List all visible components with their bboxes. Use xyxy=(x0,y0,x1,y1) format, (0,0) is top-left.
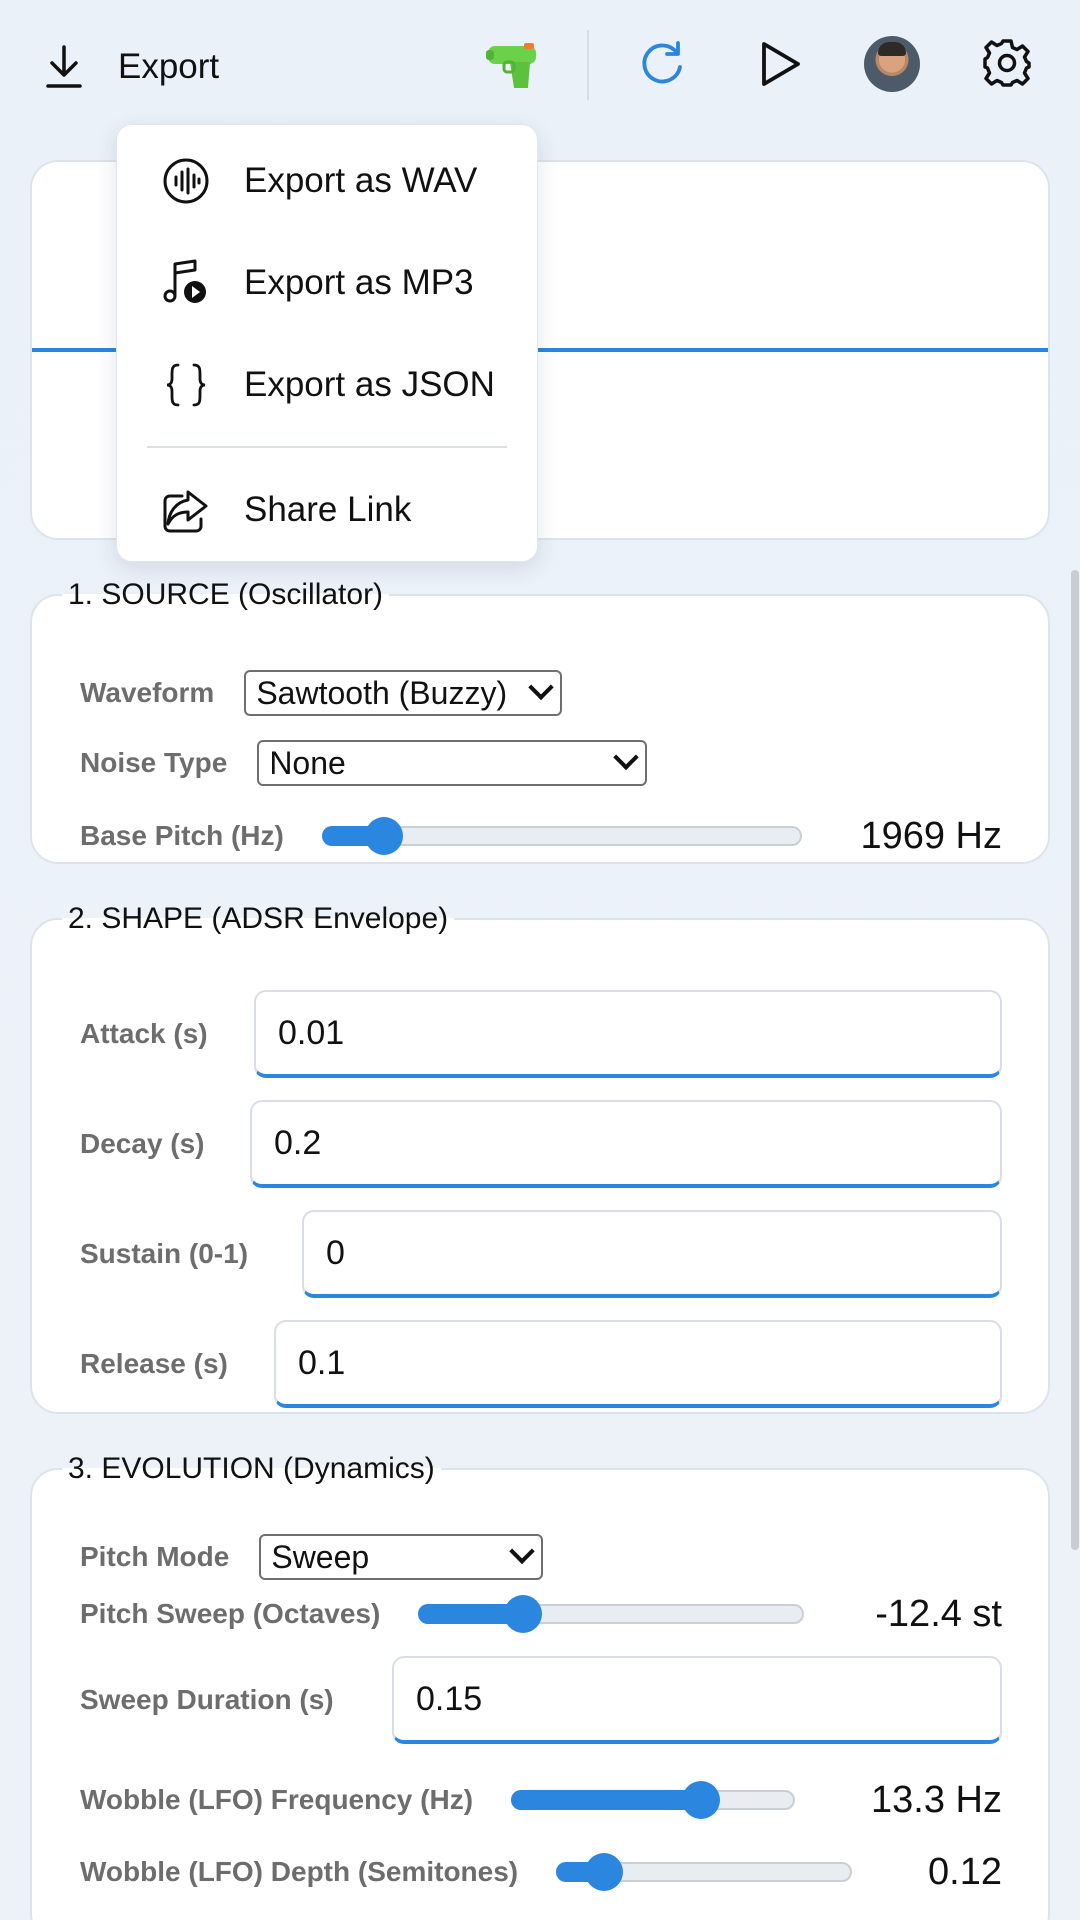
decay-row: Decay (s) 0.2 xyxy=(80,1100,1002,1188)
lfo-frequency-value: 13.3 Hz xyxy=(871,1778,1002,1821)
refresh-button[interactable] xyxy=(638,38,688,88)
play-button[interactable] xyxy=(758,40,804,88)
lfo-depth-slider[interactable] xyxy=(556,1853,853,1891)
pitch-sweep-label: Pitch Sweep (Octaves) xyxy=(80,1598,381,1629)
chevron-down-icon xyxy=(613,744,640,771)
noise-type-value: None xyxy=(269,744,346,781)
menu-item-label: Export as JSON xyxy=(244,365,495,404)
water-gun-icon xyxy=(486,43,536,88)
release-row: Release (s) 0.1 xyxy=(80,1320,1002,1408)
slider-thumb[interactable] xyxy=(584,1853,623,1891)
release-input[interactable]: 0.1 xyxy=(274,1320,1002,1408)
pitch-mode-select[interactable]: Sweep xyxy=(259,1534,544,1580)
menu-item-label: Export as WAV xyxy=(244,161,478,200)
lfo-frequency-row: Wobble (LFO) Frequency (Hz) 13.3 Hz xyxy=(80,1770,1002,1830)
chevron-down-icon xyxy=(528,674,555,701)
waveform-icon xyxy=(163,158,209,204)
lfo-depth-label: Wobble (LFO) Depth (Semitones) xyxy=(80,1856,519,1887)
evolution-section: 3. EVOLUTION (Dynamics) Pitch Mode Sweep… xyxy=(30,1452,1050,1920)
braces-icon xyxy=(166,363,206,407)
noise-type-row: Noise Type None xyxy=(80,740,1002,786)
pitch-sweep-slider[interactable] xyxy=(418,1595,805,1633)
export-menu: Export as WAV Export as MP3 Export as JS… xyxy=(116,124,538,562)
slider-thumb[interactable] xyxy=(365,817,404,855)
gear-icon xyxy=(983,39,1031,87)
source-legend: 1. SOURCE (Oscillator) xyxy=(68,578,384,611)
decay-label: Decay (s) xyxy=(80,1128,205,1159)
evolution-legend: 3. EVOLUTION (Dynamics) xyxy=(68,1452,435,1485)
lfo-frequency-slider[interactable] xyxy=(511,1781,796,1819)
menu-item-export-wav[interactable]: Export as WAV xyxy=(117,141,537,221)
attack-input[interactable]: 0.01 xyxy=(254,990,1002,1078)
pitch-sweep-row: Pitch Sweep (Octaves) -12.4 st xyxy=(80,1584,1002,1644)
slider-thumb[interactable] xyxy=(503,1595,542,1633)
pitch-mode-label: Pitch Mode xyxy=(80,1541,230,1572)
music-note-icon xyxy=(163,259,206,303)
decay-input[interactable]: 0.2 xyxy=(250,1100,1002,1188)
sweep-duration-input[interactable]: 0.15 xyxy=(392,1656,1002,1744)
menu-item-export-json[interactable]: Export as JSON xyxy=(117,345,537,425)
sustain-label: Sustain (0-1) xyxy=(80,1238,249,1269)
waveform-value: Sawtooth (Buzzy) xyxy=(256,674,508,711)
pitch-sweep-value: -12.4 st xyxy=(875,1592,1002,1635)
noise-type-label: Noise Type xyxy=(80,747,228,778)
toolbar: Export xyxy=(0,0,1080,130)
scrollbar[interactable] xyxy=(1071,570,1079,1550)
menu-item-label: Export as MP3 xyxy=(244,263,474,302)
lfo-frequency-label: Wobble (LFO) Frequency (Hz) xyxy=(80,1784,474,1815)
waveform-select[interactable]: Sawtooth (Buzzy) xyxy=(244,670,563,716)
menu-divider xyxy=(147,446,507,448)
base-pitch-row: Base Pitch (Hz) 1969 Hz xyxy=(80,806,1002,866)
base-pitch-label: Base Pitch (Hz) xyxy=(80,820,284,851)
sustain-input[interactable]: 0 xyxy=(302,1210,1002,1298)
menu-item-label: Share Link xyxy=(244,490,412,529)
shape-section: 2. SHAPE (ADSR Envelope) Attack (s) 0.01… xyxy=(30,902,1050,1414)
sweep-duration-row: Sweep Duration (s) 0.15 xyxy=(80,1656,1002,1744)
menu-item-share-link[interactable]: Share Link xyxy=(117,470,537,550)
play-icon xyxy=(762,42,800,86)
shape-legend: 2. SHAPE (ADSR Envelope) xyxy=(68,902,449,935)
avatar[interactable] xyxy=(864,36,920,92)
attack-row: Attack (s) 0.01 xyxy=(80,990,1002,1078)
sweep-duration-label: Sweep Duration (s) xyxy=(80,1684,334,1715)
refresh-icon xyxy=(642,41,682,84)
attack-label: Attack (s) xyxy=(80,1018,208,1049)
waveform-row: Waveform Sawtooth (Buzzy) xyxy=(80,670,1002,716)
lfo-depth-value: 0.12 xyxy=(928,1850,1002,1893)
export-button[interactable]: Export xyxy=(44,30,219,104)
pitch-mode-value: Sweep xyxy=(271,1538,370,1575)
download-icon xyxy=(46,45,82,88)
toolbar-divider xyxy=(587,30,589,100)
base-pitch-value: 1969 Hz xyxy=(860,814,1002,857)
noise-type-select[interactable]: None xyxy=(257,740,648,786)
pitch-mode-row: Pitch Mode Sweep xyxy=(80,1534,1002,1580)
share-icon xyxy=(163,490,208,533)
base-pitch-slider[interactable] xyxy=(321,817,802,855)
sustain-row: Sustain (0-1) 0 xyxy=(80,1210,1002,1298)
source-section: 1. SOURCE (Oscillator) Waveform Sawtooth… xyxy=(30,578,1050,864)
chevron-down-icon xyxy=(509,1538,536,1565)
settings-button[interactable] xyxy=(982,38,1032,88)
slider-thumb[interactable] xyxy=(682,1781,721,1819)
water-gun-button[interactable] xyxy=(484,40,542,92)
release-label: Release (s) xyxy=(80,1348,228,1379)
lfo-depth-row: Wobble (LFO) Depth (Semitones) 0.12 xyxy=(80,1842,1002,1902)
menu-item-export-mp3[interactable]: Export as MP3 xyxy=(117,243,537,323)
waveform-label: Waveform xyxy=(80,677,215,708)
export-label: Export xyxy=(118,47,220,86)
